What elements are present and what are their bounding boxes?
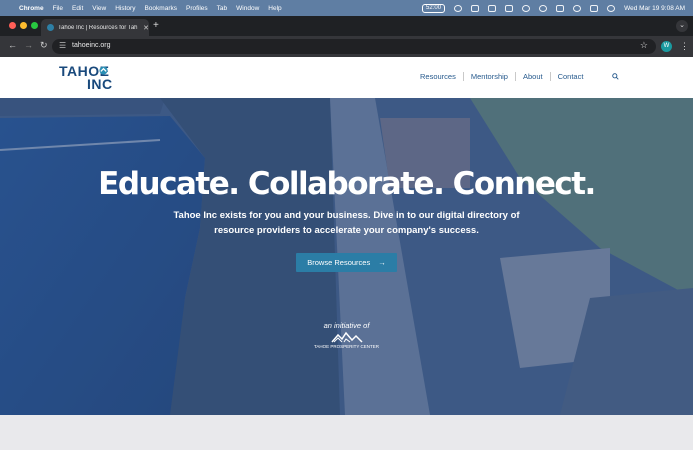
reload-icon[interactable]: ↻ — [40, 40, 48, 51]
menu-help[interactable]: Help — [268, 5, 281, 12]
battery-time-badge[interactable]: 52:00 — [422, 3, 446, 13]
window-controls — [9, 22, 38, 29]
site-header: TAHOE INC Resources Mentorship About Con… — [0, 57, 693, 98]
address-bar[interactable]: ☰ tahoeinc.org ☆ — [52, 39, 656, 54]
battery-icon[interactable] — [556, 4, 565, 12]
clock-datetime[interactable]: Wed Mar 19 9:08 AM — [624, 5, 685, 12]
menu-profiles[interactable]: Profiles — [186, 5, 208, 12]
record-icon[interactable] — [522, 4, 531, 12]
hero-subtitle: Tahoe Inc exists for you and your busine… — [173, 210, 520, 236]
tab-close-icon[interactable]: ✕ — [143, 24, 149, 32]
menu-edit[interactable]: Edit — [72, 5, 83, 12]
menu-app-name[interactable]: Chrome — [19, 5, 44, 12]
partner-name: TAHOE PROSPERITY CENTER — [313, 344, 380, 349]
browse-resources-button[interactable]: Browse Resources → — [296, 253, 397, 272]
drive-icon[interactable] — [505, 4, 514, 12]
address-url[interactable]: tahoeinc.org — [72, 42, 111, 49]
macos-menubar: Chrome File Edit View History Bookmarks … — [0, 0, 693, 16]
browser-menu-icon[interactable]: ⋮ — [680, 41, 689, 52]
menu-history[interactable]: History — [115, 5, 135, 12]
logo-mark-icon — [99, 66, 108, 75]
control-center-icon[interactable] — [590, 4, 599, 12]
minimize-window-button[interactable] — [20, 22, 27, 29]
tab-title: Tahoe Inc | Resources for Tah — [58, 24, 138, 31]
profile-avatar[interactable]: W — [661, 41, 672, 52]
browser-tab-strip: Tahoe Inc | Resources for Tah ✕ + ⌄ — [0, 16, 693, 36]
menu-file[interactable]: File — [53, 5, 63, 12]
moon-icon[interactable] — [539, 4, 548, 12]
menu-tab[interactable]: Tab — [217, 5, 227, 12]
bookmark-star-icon[interactable]: ☆ — [640, 40, 648, 51]
zoom-window-button[interactable] — [31, 22, 38, 29]
site-info-icon[interactable]: ☰ — [59, 41, 66, 50]
wifi-icon[interactable] — [573, 4, 582, 12]
tab-search-chevron-icon[interactable]: ⌄ — [676, 20, 688, 32]
focus-icon[interactable] — [454, 4, 463, 12]
tahoe-inc-logo[interactable]: TAHOE INC — [59, 64, 121, 92]
nav-link-mentorship[interactable]: Mentorship — [462, 72, 515, 81]
initiative-label: an initiative of — [323, 321, 370, 330]
browser-toolbar: ← → ↻ ☰ tahoeinc.org ☆ — [0, 36, 693, 57]
menu-window[interactable]: Window — [236, 5, 259, 12]
nav-link-resources[interactable]: Resources — [420, 72, 463, 81]
window-icon[interactable] — [488, 4, 497, 12]
below-hero-area — [0, 415, 693, 450]
menu-bookmarks[interactable]: Bookmarks — [144, 5, 177, 12]
back-arrow-icon[interactable]: ← — [8, 40, 17, 50]
search-icon[interactable] — [612, 73, 620, 80]
browser-tab-active[interactable]: Tahoe Inc | Resources for Tah ✕ — [41, 19, 149, 36]
browse-resources-label: Browse Resources — [307, 258, 371, 267]
logo-text-line2: INC — [87, 76, 113, 92]
menu-view[interactable]: View — [92, 5, 106, 12]
flag-icon[interactable] — [607, 4, 616, 12]
nav-link-about[interactable]: About — [514, 72, 550, 81]
close-window-button[interactable] — [9, 22, 16, 29]
nav-link-contact[interactable]: Contact — [549, 72, 591, 81]
arrow-right-icon: → — [378, 258, 386, 267]
hero-heading: Educate. Collaborate. Connect. — [98, 166, 596, 202]
main-nav: Resources Mentorship About Contact — [420, 72, 620, 81]
menubar-status-area: 52:00 Wed Mar 19 9:08 AM — [422, 0, 685, 16]
bag-icon[interactable] — [471, 4, 480, 12]
tab-favicon-icon — [47, 24, 54, 31]
hero-section: Educate. Collaborate. Connect. Tahoe Inc… — [0, 98, 693, 415]
new-tab-button[interactable]: + — [153, 20, 159, 31]
forward-arrow-icon[interactable]: → — [24, 40, 33, 50]
